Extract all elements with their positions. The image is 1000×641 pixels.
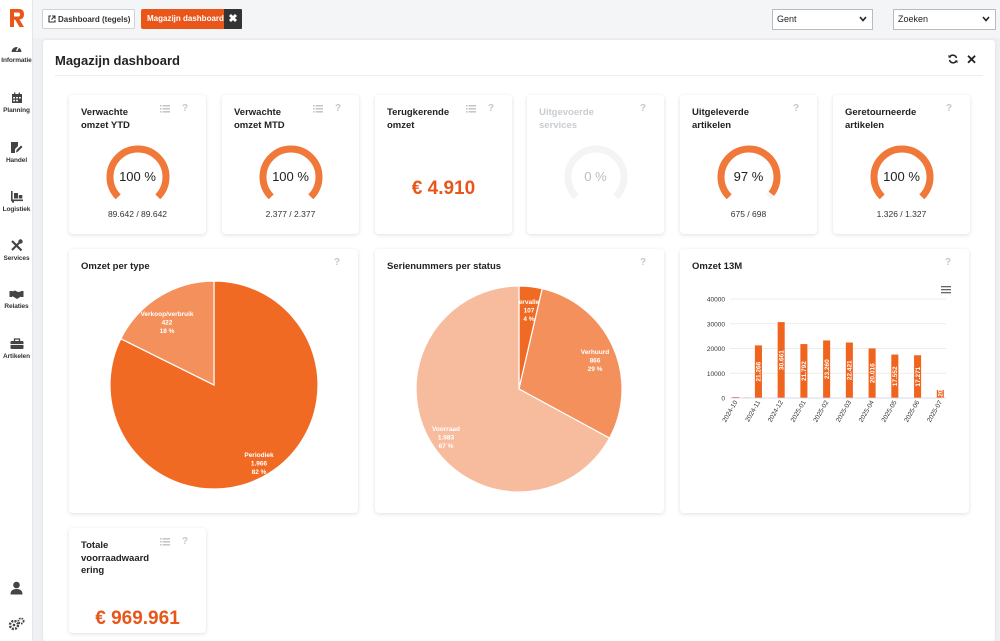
x-tick-label: 2025-04 [858,399,876,423]
y-tick-label: 30000 [707,321,725,328]
tile-title-line: services [539,119,578,131]
tile-title-line: Geretourneerde [845,107,917,118]
bar-data-label: 30.661 [778,350,785,370]
tile-ratio: 1.326 / 1.327 [876,209,927,219]
pie-data-label: Voorraad [432,426,460,433]
y-tick-label: 0 [721,396,725,403]
pie-data-label: 866 [590,358,601,365]
tile-ratio: 675 / 698 [730,209,767,219]
pie-data-label: Verhuurd [581,349,610,356]
x-tick-label: 2025-03 [835,399,853,423]
tile-title-line: omzet YTD [81,119,130,131]
tile-title-line: omzet [387,119,415,131]
bar-data-label: 22.421 [847,360,854,380]
bar-data-label: 21.792 [801,361,808,381]
gauge-percent-label: 100 % [883,169,920,184]
tile-title-line: ering [81,565,105,576]
bar-data-label: 21.266 [756,361,763,381]
list-view-icon[interactable] [313,105,323,113]
y-tick-label: 20000 [707,346,725,353]
y-tick-label: 10000 [707,371,725,378]
pie-data-label: 1.966 [251,461,268,468]
tile-title-line: voorraadwaard [81,552,150,564]
tile-totale-voorraadwaarde: Totale voorraadwaard ering? € 969.961 [69,528,206,633]
bar-data-label: 23.260 [824,359,831,379]
pie-data-label: Periodiek [244,452,274,459]
gauge-percent-label: 0 % [584,169,607,184]
pie-data-label: 4 % [523,316,534,323]
tile-title: Geretourneerde artikelen [845,107,916,132]
help-icon[interactable]: ? [182,103,188,114]
gauge-percent-label: 100 % [272,169,309,184]
x-tick-label: 2025-07 [926,399,944,423]
help-icon[interactable]: ? [793,103,799,114]
pie-data-label: 29 % [588,366,603,373]
x-tick-label: 2024-11 [744,399,762,423]
gauge-percent-label: 100 % [119,169,156,184]
hamburger-menu-icon[interactable] [941,286,951,294]
pie-data-label: 67 % [439,443,454,450]
tile-value: € 969.961 [95,608,180,629]
card-omzet-13m: Omzet 13M? 0 10000 20000 30000 40000 2024-10 21… [680,249,969,513]
tile-terugkerende-omzet: Terugkerende omzet? € 4.910 [375,95,512,234]
tile-verwachte-omzet-mtd: Verwachte omzet MTD? 100 % 2.377 / 2.377 [222,95,359,234]
bar-chart: 0 10000 20000 30000 40000 2024-10 21.266 2024-1… [707,286,951,424]
bar-data-label: 17.271 [915,366,922,386]
list-view-icon[interactable] [466,105,476,113]
tile-verwachte-omzet-ytd: Verwachte omzet YTD? 100 % 89.642 / 89.642 [69,95,206,234]
tile-uitgeleverde-artikelen: Uitgeleverde artikelen? 97 % 675 / 698 [680,95,817,234]
pie-data-label: Verkoop/verbruik [140,311,193,318]
card-serienummers-per-status: Serienummers per status? Vervallen 107 4 % V… [375,249,664,513]
tile-title: Uitgevoerde services [539,107,594,132]
tile-ratio: 2.377 / 2.377 [265,209,316,219]
tile-title-line: Verwachte [81,107,128,118]
list-view-icon[interactable] [160,538,170,546]
tile-geretourneerde-artikelen: Geretourneerde artikelen? 100 % 1.326 / 1.3… [833,95,970,234]
pie-data-label: 107 [524,308,535,315]
x-tick-label: 2024-12 [767,399,785,423]
pie-data-label: 82 % [252,469,267,476]
tile-title: Uitgeleverde artikelen [692,107,749,132]
tile-title-line: artikelen [692,119,732,131]
pie-data-label: 1.983 [438,435,455,442]
help-icon[interactable]: ? [640,103,646,114]
bar-data-label: 17.552 [892,366,899,386]
tile-uitgevoerde-services: Uitgevoerde services? 0 % [527,95,664,234]
tile-title-line: Verwachte [234,107,281,118]
help-icon[interactable]: ? [946,103,952,114]
tile-title: Verwachte omzet YTD [81,107,130,132]
list-view-icon[interactable] [160,105,170,113]
tile-title-line: Totale [81,540,109,551]
help-icon[interactable]: ? [335,103,341,114]
x-tick-label: 2025-02 [812,399,830,423]
gauge-percent-label: 97 % [733,169,764,184]
card-omzet-per-type: Omzet per type? Periodiek 1.966 82 % Verkoop… [69,249,358,513]
tile-title: Terugkerende omzet [387,107,449,132]
bar-data-label: 20.016 [869,363,876,383]
y-tick-label: 40000 [707,297,725,304]
tile-value: € 4.910 [411,178,476,199]
tile-title-line: Uitgevoerde [539,107,594,118]
tile-ratio: 89.642 / 89.642 [107,209,168,219]
x-tick-label: 2025-01 [790,399,808,423]
tile-title: Verwachte omzet MTD [234,107,285,132]
pie-chart: Periodiek 1.96682 % Verkoop/verbruik 42218 … [109,280,319,490]
pie-chart: Vervallen1074 %Verhuurd86629 %Voorraad1.… [415,285,623,493]
tile-title-line: omzet MTD [234,119,285,131]
x-tick-label: 2024-10 [721,399,739,423]
tile-title-line: Uitgeleverde [692,107,750,118]
pie-data-label: 18 % [160,328,175,335]
tile-title-line: Terugkerende [387,107,450,118]
dashboard-canvas: Verwachte omzet YTD? 100 % 89.642 / 89.642 V… [0,0,1000,641]
bar-data-label: 3.200 [938,386,945,403]
tile-title: Totale voorraadwaard ering [81,540,149,578]
pie-data-label: 422 [162,320,173,327]
x-tick-label: 2025-05 [881,399,899,423]
x-tick-label: 2025-06 [903,399,921,423]
help-icon[interactable]: ? [488,103,494,114]
help-icon[interactable]: ? [182,536,188,547]
tile-title-line: artikelen [845,119,885,131]
